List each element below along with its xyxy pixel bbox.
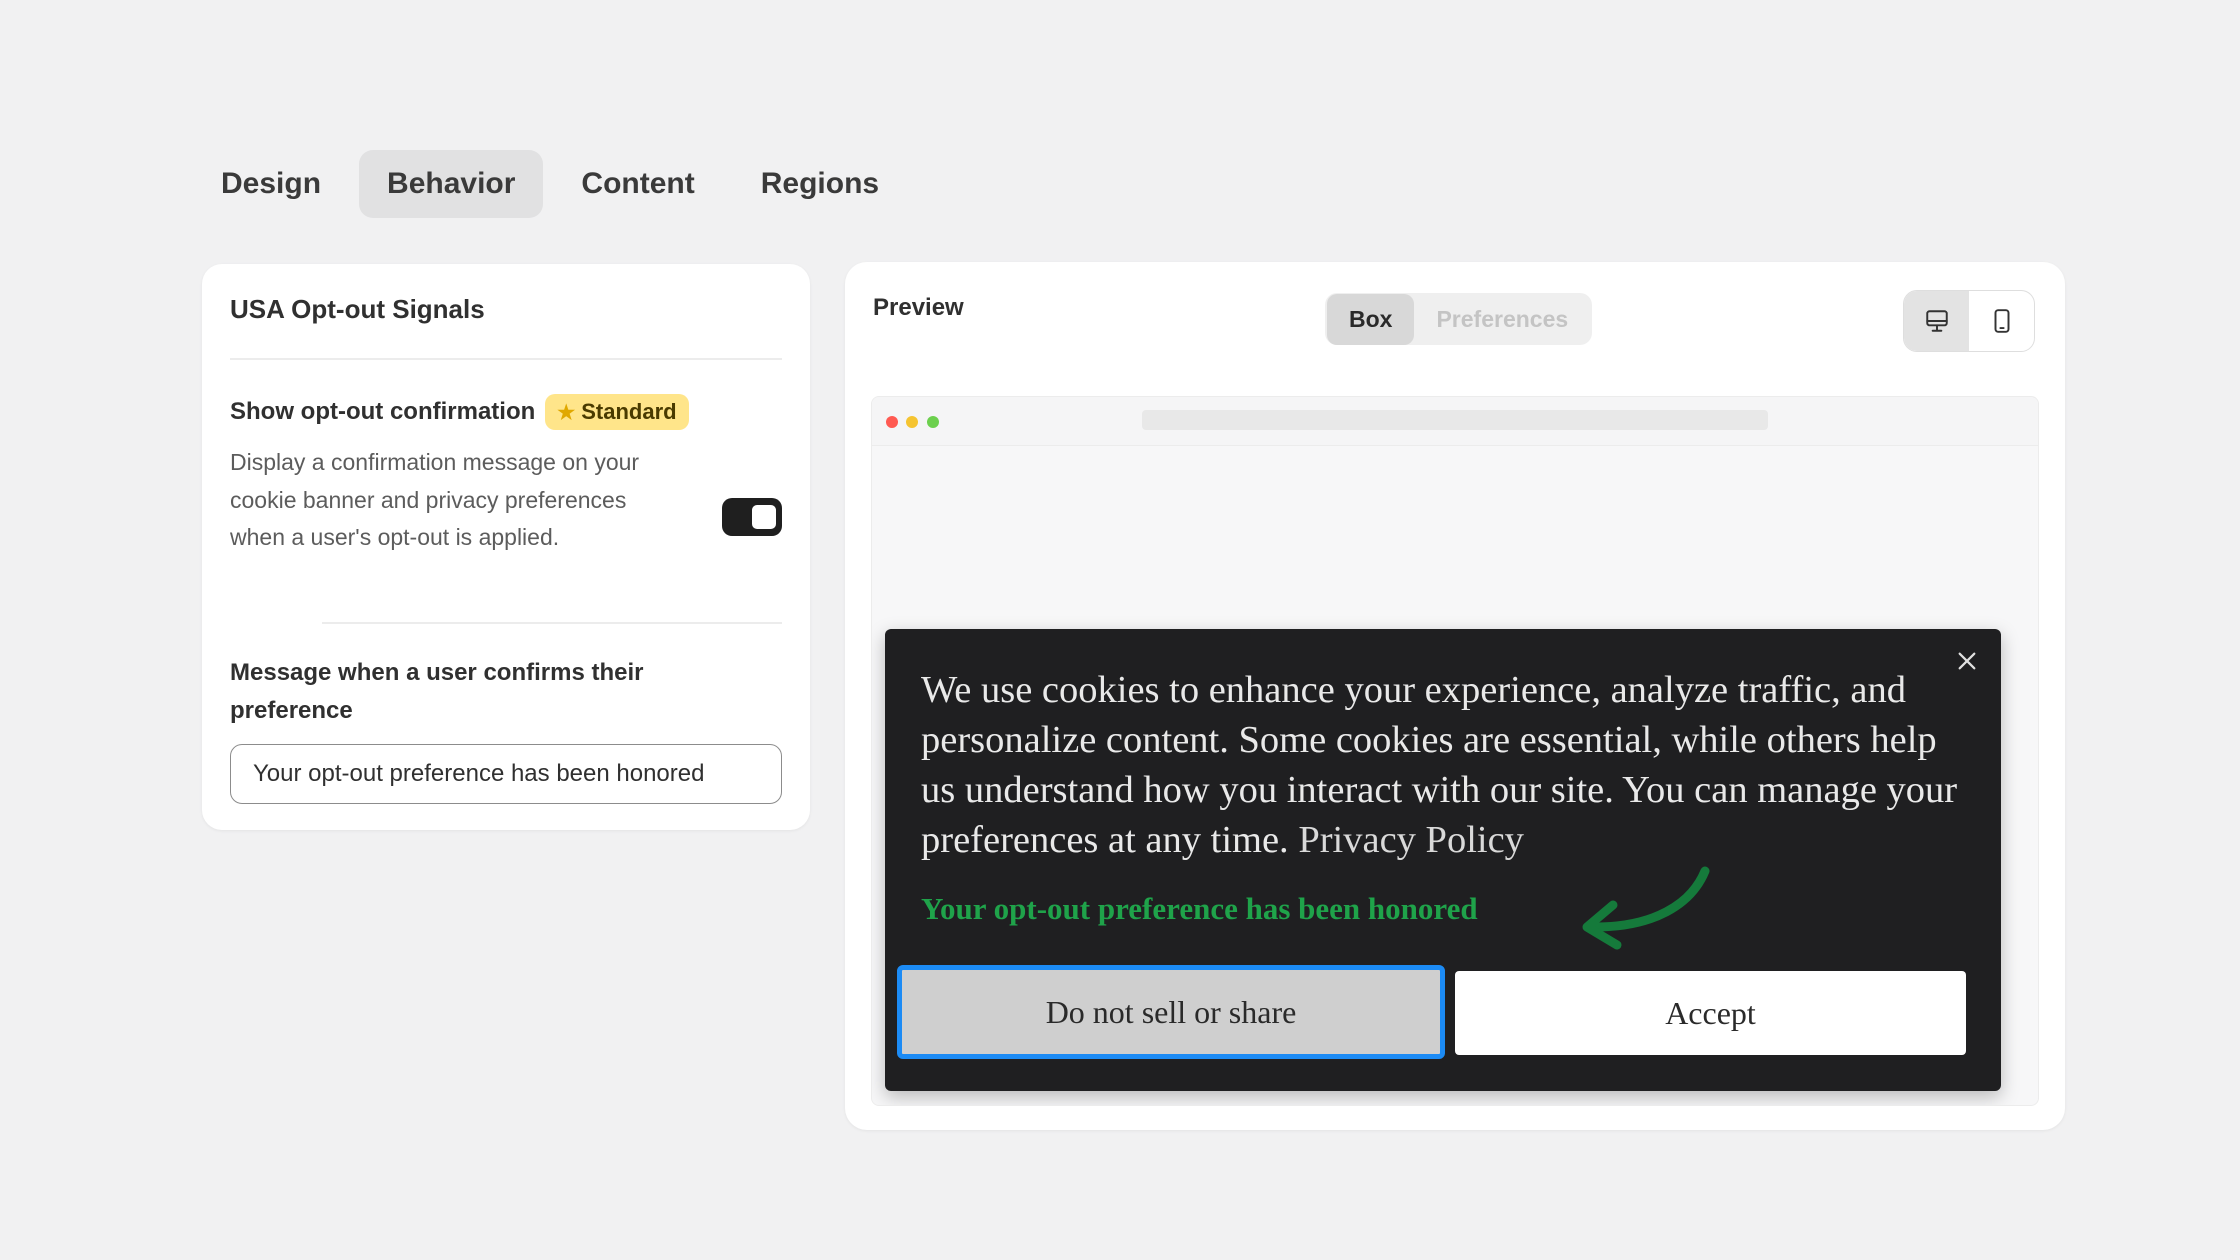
desktop-icon [1925, 310, 1948, 332]
tab-behavior[interactable]: Behavior [359, 150, 544, 218]
preview-mode-switch: Box Preferences [1325, 293, 1593, 345]
preview-card: Preview Box Preferences We use cookies t… [845, 262, 2065, 1130]
star-icon: ★ [557, 401, 576, 424]
mobile-view-button[interactable] [1969, 291, 2034, 351]
setting-description: Display a confirmation message on your c… [230, 449, 640, 550]
window-maximize-dot [927, 416, 939, 428]
tab-design[interactable]: Design [193, 150, 349, 218]
setting-header: Show opt-out confirmation ★ Standard [230, 394, 689, 430]
segment-box[interactable]: Box [1327, 293, 1415, 345]
opt-out-settings-card: USA Opt-out Signals Show opt-out confirm… [202, 264, 810, 830]
window-minimize-dot [906, 416, 918, 428]
arrow-icon [1582, 866, 1710, 950]
browser-mockup: We use cookies to enhance your experienc… [871, 396, 2039, 1106]
plan-badge: ★ Standard [545, 394, 689, 430]
device-switch [1903, 290, 2035, 352]
opt-out-confirmation-toggle[interactable] [722, 498, 782, 536]
tab-content[interactable]: Content [553, 150, 722, 218]
badge-label: Standard [581, 399, 677, 424]
tab-regions[interactable]: Regions [733, 150, 907, 218]
segment-preferences[interactable]: Preferences [1414, 294, 1590, 345]
window-close-dot [886, 416, 898, 428]
confirmation-message-input[interactable] [230, 744, 782, 804]
opt-out-confirmation-message: Your opt-out preference has been honored [921, 891, 1478, 926]
privacy-policy-link[interactable]: Privacy Policy [1298, 819, 1524, 861]
accept-button[interactable]: Accept [1455, 971, 1966, 1055]
toggle-knob [752, 505, 776, 529]
cookie-banner: We use cookies to enhance your experienc… [885, 629, 2001, 1091]
do-not-sell-button[interactable]: Do not sell or share [897, 965, 1445, 1059]
browser-toolbar [872, 397, 2038, 446]
card-title: USA Opt-out Signals [230, 294, 485, 324]
mobile-icon [1994, 309, 2009, 333]
divider [230, 358, 782, 360]
message-field-label: Message when a user confirms their prefe… [230, 659, 644, 724]
tab-bar: Design Behavior Content Regions [193, 150, 907, 218]
desktop-view-button[interactable] [1904, 291, 1969, 351]
banner-message: We use cookies to enhance your experienc… [921, 665, 1971, 865]
preview-title: Preview [873, 294, 964, 321]
divider [322, 622, 782, 624]
address-bar [1142, 410, 1768, 430]
setting-label: Show opt-out confirmation [230, 398, 536, 425]
